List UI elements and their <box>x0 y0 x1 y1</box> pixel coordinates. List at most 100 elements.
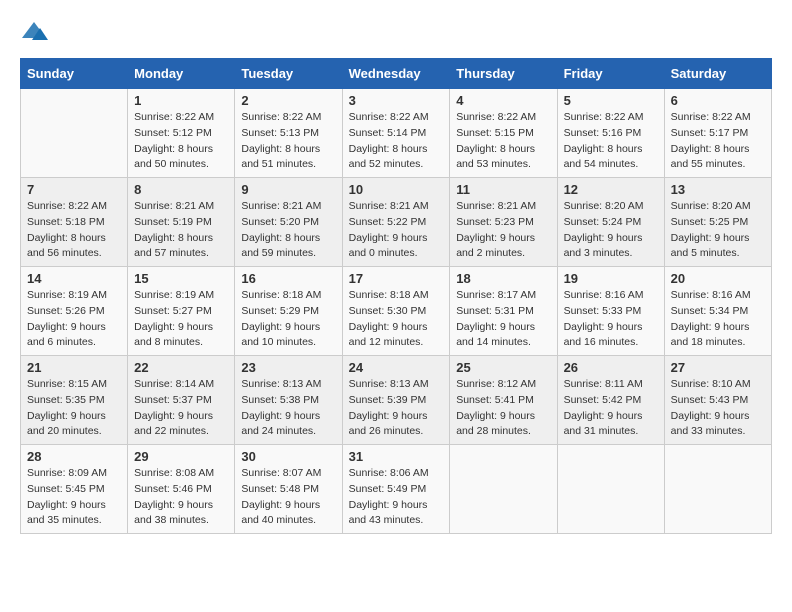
header-wednesday: Wednesday <box>342 59 450 89</box>
calendar-cell: 7 Sunrise: 8:22 AM Sunset: 5:18 PM Dayli… <box>21 178 128 267</box>
daylight: Daylight: 8 hours and 56 minutes. <box>27 232 106 260</box>
sunset: Sunset: 5:17 PM <box>671 127 749 139</box>
header-saturday: Saturday <box>664 59 771 89</box>
sunrise: Sunrise: 8:15 AM <box>27 378 107 390</box>
day-number: 13 <box>671 182 765 197</box>
day-number: 9 <box>241 182 335 197</box>
calendar-cell: 28 Sunrise: 8:09 AM Sunset: 5:45 PM Dayl… <box>21 445 128 534</box>
day-detail: Sunrise: 8:07 AM Sunset: 5:48 PM Dayligh… <box>241 466 335 529</box>
day-number: 8 <box>134 182 228 197</box>
sunrise: Sunrise: 8:21 AM <box>134 200 214 212</box>
calendar-cell: 13 Sunrise: 8:20 AM Sunset: 5:25 PM Dayl… <box>664 178 771 267</box>
logo-icon <box>20 20 48 42</box>
day-number: 27 <box>671 360 765 375</box>
sunrise: Sunrise: 8:18 AM <box>349 289 429 301</box>
calendar-cell: 20 Sunrise: 8:16 AM Sunset: 5:34 PM Dayl… <box>664 267 771 356</box>
sunrise: Sunrise: 8:08 AM <box>134 467 214 479</box>
sunrise: Sunrise: 8:22 AM <box>456 111 536 123</box>
day-number: 23 <box>241 360 335 375</box>
sunrise: Sunrise: 8:16 AM <box>671 289 751 301</box>
calendar-cell: 1 Sunrise: 8:22 AM Sunset: 5:12 PM Dayli… <box>128 89 235 178</box>
day-detail: Sunrise: 8:13 AM Sunset: 5:39 PM Dayligh… <box>349 377 444 440</box>
header-tuesday: Tuesday <box>235 59 342 89</box>
calendar-cell: 18 Sunrise: 8:17 AM Sunset: 5:31 PM Dayl… <box>450 267 557 356</box>
day-number: 24 <box>349 360 444 375</box>
calendar-cell: 3 Sunrise: 8:22 AM Sunset: 5:14 PM Dayli… <box>342 89 450 178</box>
sunrise: Sunrise: 8:13 AM <box>241 378 321 390</box>
day-detail: Sunrise: 8:06 AM Sunset: 5:49 PM Dayligh… <box>349 466 444 529</box>
daylight: Daylight: 9 hours and 33 minutes. <box>671 410 750 438</box>
daylight: Daylight: 9 hours and 35 minutes. <box>27 499 106 527</box>
daylight: Daylight: 8 hours and 54 minutes. <box>564 143 643 171</box>
calendar-header-row: SundayMondayTuesdayWednesdayThursdayFrid… <box>21 59 772 89</box>
calendar-cell: 27 Sunrise: 8:10 AM Sunset: 5:43 PM Dayl… <box>664 356 771 445</box>
day-detail: Sunrise: 8:22 AM Sunset: 5:13 PM Dayligh… <box>241 110 335 173</box>
daylight: Daylight: 9 hours and 10 minutes. <box>241 321 320 349</box>
calendar-cell: 2 Sunrise: 8:22 AM Sunset: 5:13 PM Dayli… <box>235 89 342 178</box>
sunrise: Sunrise: 8:19 AM <box>134 289 214 301</box>
sunrise: Sunrise: 8:19 AM <box>27 289 107 301</box>
daylight: Daylight: 9 hours and 8 minutes. <box>134 321 213 349</box>
day-detail: Sunrise: 8:22 AM Sunset: 5:14 PM Dayligh… <box>349 110 444 173</box>
sunset: Sunset: 5:26 PM <box>27 305 105 317</box>
sunrise: Sunrise: 8:20 AM <box>671 200 751 212</box>
day-detail: Sunrise: 8:21 AM Sunset: 5:22 PM Dayligh… <box>349 199 444 262</box>
day-detail: Sunrise: 8:11 AM Sunset: 5:42 PM Dayligh… <box>564 377 658 440</box>
daylight: Daylight: 9 hours and 0 minutes. <box>349 232 428 260</box>
sunrise: Sunrise: 8:22 AM <box>27 200 107 212</box>
calendar-cell: 23 Sunrise: 8:13 AM Sunset: 5:38 PM Dayl… <box>235 356 342 445</box>
calendar-cell: 4 Sunrise: 8:22 AM Sunset: 5:15 PM Dayli… <box>450 89 557 178</box>
daylight: Daylight: 9 hours and 38 minutes. <box>134 499 213 527</box>
sunset: Sunset: 5:24 PM <box>564 216 642 228</box>
sunset: Sunset: 5:22 PM <box>349 216 427 228</box>
day-detail: Sunrise: 8:20 AM Sunset: 5:25 PM Dayligh… <box>671 199 765 262</box>
sunset: Sunset: 5:30 PM <box>349 305 427 317</box>
page-header <box>20 20 772 42</box>
calendar-cell: 19 Sunrise: 8:16 AM Sunset: 5:33 PM Dayl… <box>557 267 664 356</box>
calendar-cell: 24 Sunrise: 8:13 AM Sunset: 5:39 PM Dayl… <box>342 356 450 445</box>
sunset: Sunset: 5:42 PM <box>564 394 642 406</box>
week-row-3: 14 Sunrise: 8:19 AM Sunset: 5:26 PM Dayl… <box>21 267 772 356</box>
sunrise: Sunrise: 8:21 AM <box>349 200 429 212</box>
day-detail: Sunrise: 8:10 AM Sunset: 5:43 PM Dayligh… <box>671 377 765 440</box>
sunrise: Sunrise: 8:16 AM <box>564 289 644 301</box>
day-detail: Sunrise: 8:08 AM Sunset: 5:46 PM Dayligh… <box>134 466 228 529</box>
daylight: Daylight: 8 hours and 59 minutes. <box>241 232 320 260</box>
sunrise: Sunrise: 8:22 AM <box>134 111 214 123</box>
week-row-5: 28 Sunrise: 8:09 AM Sunset: 5:45 PM Dayl… <box>21 445 772 534</box>
day-number: 5 <box>564 93 658 108</box>
day-number: 19 <box>564 271 658 286</box>
header-friday: Friday <box>557 59 664 89</box>
sunrise: Sunrise: 8:22 AM <box>349 111 429 123</box>
week-row-1: 1 Sunrise: 8:22 AM Sunset: 5:12 PM Dayli… <box>21 89 772 178</box>
day-number: 6 <box>671 93 765 108</box>
day-detail: Sunrise: 8:14 AM Sunset: 5:37 PM Dayligh… <box>134 377 228 440</box>
sunrise: Sunrise: 8:21 AM <box>241 200 321 212</box>
day-detail: Sunrise: 8:12 AM Sunset: 5:41 PM Dayligh… <box>456 377 550 440</box>
sunrise: Sunrise: 8:14 AM <box>134 378 214 390</box>
calendar-cell: 21 Sunrise: 8:15 AM Sunset: 5:35 PM Dayl… <box>21 356 128 445</box>
calendar-cell: 6 Sunrise: 8:22 AM Sunset: 5:17 PM Dayli… <box>664 89 771 178</box>
sunset: Sunset: 5:34 PM <box>671 305 749 317</box>
sunset: Sunset: 5:35 PM <box>27 394 105 406</box>
daylight: Daylight: 9 hours and 31 minutes. <box>564 410 643 438</box>
sunset: Sunset: 5:33 PM <box>564 305 642 317</box>
day-detail: Sunrise: 8:17 AM Sunset: 5:31 PM Dayligh… <box>456 288 550 351</box>
sunset: Sunset: 5:38 PM <box>241 394 319 406</box>
sunset: Sunset: 5:20 PM <box>241 216 319 228</box>
daylight: Daylight: 9 hours and 18 minutes. <box>671 321 750 349</box>
week-row-2: 7 Sunrise: 8:22 AM Sunset: 5:18 PM Dayli… <box>21 178 772 267</box>
day-number: 14 <box>27 271 121 286</box>
daylight: Daylight: 9 hours and 26 minutes. <box>349 410 428 438</box>
sunrise: Sunrise: 8:09 AM <box>27 467 107 479</box>
daylight: Daylight: 9 hours and 6 minutes. <box>27 321 106 349</box>
calendar-cell <box>557 445 664 534</box>
calendar-cell: 29 Sunrise: 8:08 AM Sunset: 5:46 PM Dayl… <box>128 445 235 534</box>
day-detail: Sunrise: 8:21 AM Sunset: 5:20 PM Dayligh… <box>241 199 335 262</box>
daylight: Daylight: 8 hours and 52 minutes. <box>349 143 428 171</box>
sunset: Sunset: 5:45 PM <box>27 483 105 495</box>
day-detail: Sunrise: 8:16 AM Sunset: 5:34 PM Dayligh… <box>671 288 765 351</box>
sunset: Sunset: 5:39 PM <box>349 394 427 406</box>
sunset: Sunset: 5:16 PM <box>564 127 642 139</box>
day-number: 3 <box>349 93 444 108</box>
